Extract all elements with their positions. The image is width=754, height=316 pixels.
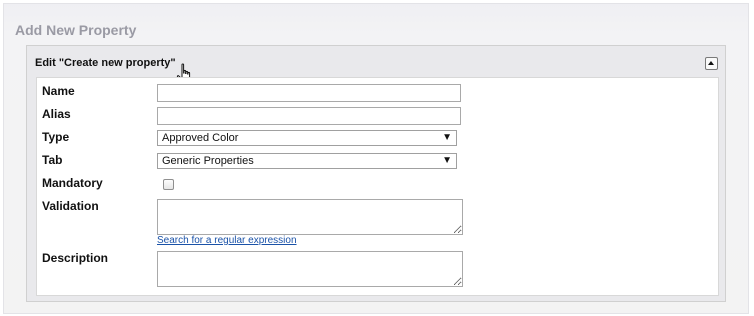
panel-header: Edit "Create new property"	[27, 46, 725, 85]
dropdown-arrow-icon: ▼	[442, 155, 452, 166]
tab-label: Tab	[42, 153, 63, 167]
type-label: Type	[42, 130, 70, 144]
tab-select-value: Generic Properties	[162, 155, 254, 167]
page-title: Add New Property	[15, 22, 137, 38]
type-select-value: Approved Color	[162, 132, 239, 144]
panel-title: Edit "Create new property"	[35, 57, 176, 69]
validation-label: Validation	[42, 199, 99, 213]
tab-select[interactable]: Generic Properties ▼	[157, 153, 457, 169]
validation-textarea[interactable]	[157, 199, 463, 235]
panel-body: Name Alias Type Approved Color ▼ Tab Gen…	[36, 77, 719, 296]
name-input[interactable]	[157, 84, 461, 102]
alias-label: Alias	[42, 107, 71, 121]
alias-input[interactable]	[157, 107, 461, 125]
name-label: Name	[42, 84, 75, 98]
mandatory-checkbox[interactable]	[163, 179, 174, 190]
mandatory-label: Mandatory	[42, 176, 103, 190]
dropdown-arrow-icon: ▼	[442, 132, 452, 143]
edit-property-panel: Edit "Create new property" Name Alias Ty…	[26, 45, 726, 302]
property-container: Add New Property Edit "Create new proper…	[3, 3, 749, 314]
search-regex-link[interactable]: Search for a regular expression	[157, 235, 297, 246]
description-label: Description	[42, 251, 109, 265]
description-textarea[interactable]	[157, 251, 463, 287]
type-select[interactable]: Approved Color ▼	[157, 130, 457, 146]
collapse-up-icon[interactable]	[705, 57, 718, 70]
